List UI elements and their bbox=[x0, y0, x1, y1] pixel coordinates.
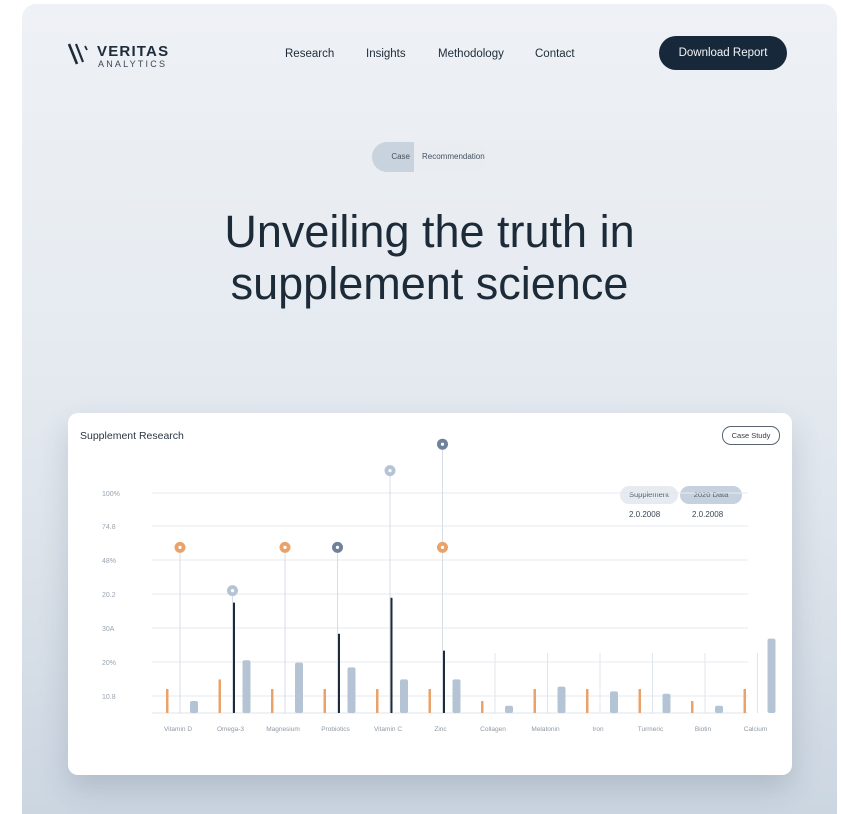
orange-bar bbox=[638, 689, 641, 713]
orange-bar bbox=[691, 701, 694, 713]
x-tick-label: Iron bbox=[592, 726, 604, 733]
y-tick-label: 100% bbox=[102, 491, 120, 498]
steel-bar bbox=[190, 701, 198, 713]
x-tick-label: Calcium bbox=[744, 726, 767, 733]
steel-bar bbox=[347, 667, 356, 713]
hero-heading: Unveiling the truth in supplement scienc… bbox=[22, 206, 837, 310]
brand-name: VERITAS bbox=[97, 43, 170, 60]
hero-line-2: supplement science bbox=[230, 258, 629, 309]
brand-logo[interactable]: VERITAS ANALYTICS bbox=[67, 40, 177, 70]
marker-dot-center bbox=[440, 545, 445, 549]
orange-bar bbox=[166, 689, 169, 713]
steel-bar bbox=[295, 662, 303, 713]
bar-chart: 100% 74.8 48% 20.2 30A 20% 10.8 Vitamin D Omega-… bbox=[102, 438, 776, 733]
marker-dot-center bbox=[230, 589, 235, 593]
x-tick-label: Vitamin C bbox=[374, 726, 402, 733]
steel-bar bbox=[557, 686, 566, 713]
x-tick-label: Melatonin bbox=[531, 726, 560, 733]
steel-bar bbox=[662, 693, 671, 713]
nav-contact[interactable]: Contact bbox=[535, 48, 575, 60]
download-report-button[interactable]: Download Report bbox=[659, 36, 787, 70]
pill-left-segment: Case bbox=[372, 142, 414, 172]
marker-dot-center bbox=[178, 545, 182, 549]
y-tick-label: 10.8 bbox=[102, 694, 116, 701]
x-tick-label: Collagen bbox=[480, 726, 506, 733]
orange-bar bbox=[743, 689, 746, 713]
nav-methodology[interactable]: Methodology bbox=[438, 48, 504, 60]
orange-bar bbox=[481, 701, 484, 713]
y-tick-label: 20.2 bbox=[102, 592, 116, 599]
steel-bar bbox=[400, 679, 408, 713]
brand-subtitle: ANALYTICS bbox=[98, 59, 168, 69]
chart-card: Supplement Research Case Study Supplemen… bbox=[68, 413, 792, 775]
logo-mark-icon bbox=[67, 43, 88, 65]
marker-dot-center bbox=[283, 545, 287, 549]
steel-bar bbox=[715, 705, 723, 713]
orange-bar bbox=[323, 689, 326, 713]
x-tick-label: Magnesium bbox=[266, 726, 300, 733]
y-tick-label: 20% bbox=[102, 660, 116, 667]
orange-bar bbox=[376, 689, 379, 713]
x-tick-label: Zinc bbox=[434, 726, 447, 733]
steel-bar bbox=[610, 691, 618, 713]
steel-bar bbox=[242, 660, 251, 713]
y-tick-label: 74.8 bbox=[102, 524, 116, 531]
steel-bar bbox=[505, 705, 513, 713]
orange-bar bbox=[428, 689, 431, 713]
page-frame: VERITAS ANALYTICS Research Insights Meth… bbox=[22, 4, 837, 814]
orange-bar bbox=[271, 689, 274, 713]
marker-dot-center bbox=[388, 469, 392, 473]
x-tick-label: Omega-3 bbox=[217, 726, 244, 733]
orange-bar bbox=[533, 689, 536, 713]
nav-research[interactable]: Research bbox=[285, 48, 334, 60]
nav-insights[interactable]: Insights bbox=[366, 48, 406, 60]
marker-dot-center bbox=[440, 442, 445, 446]
marker-dot-center bbox=[335, 545, 340, 549]
category-pill[interactable]: Case Recommendation bbox=[372, 142, 488, 172]
hero-line-1: Unveiling the truth in bbox=[224, 206, 635, 257]
y-tick-label: 48% bbox=[102, 558, 116, 565]
orange-bar bbox=[218, 679, 221, 713]
y-tick-label: 30A bbox=[102, 626, 115, 633]
steel-bar bbox=[452, 679, 461, 713]
steel-bar bbox=[767, 638, 776, 713]
orange-bar bbox=[586, 689, 589, 713]
x-tick-label: Biotin bbox=[695, 726, 712, 733]
x-tick-label: Vitamin D bbox=[164, 726, 192, 733]
pill-right-segment: Recommendation bbox=[422, 152, 485, 161]
x-tick-label: Turmeric bbox=[638, 726, 664, 733]
x-tick-label: Probiotics bbox=[321, 726, 350, 733]
